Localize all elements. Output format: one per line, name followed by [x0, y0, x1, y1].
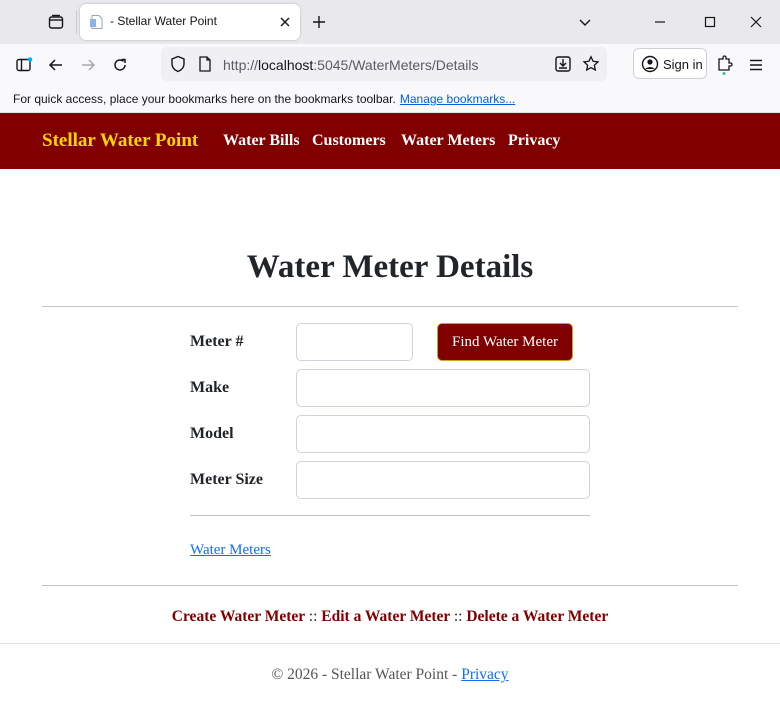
menu-icon[interactable] [743, 52, 769, 78]
page-info-icon[interactable] [198, 56, 212, 77]
sidebar-icon[interactable] [11, 52, 37, 78]
actions-separator: :: [453, 608, 463, 625]
shield-icon[interactable] [169, 55, 187, 78]
bookmarks-toolbar: For quick access, place your bookmarks h… [0, 86, 780, 113]
edit-water-meter-link[interactable]: Edit a Water Meter [321, 608, 450, 625]
tab-title: - Stellar Water Point [110, 14, 217, 28]
site-brand-link[interactable]: Stellar Water Point [42, 130, 198, 152]
account-icon [641, 55, 659, 78]
url-text[interactable]: http://localhost:5045/WaterMeters/Detail… [223, 57, 479, 73]
footer-privacy-link[interactable]: Privacy [461, 666, 508, 683]
actions-separator: :: [308, 608, 318, 625]
page-title: Water Meter Details [246, 249, 534, 285]
delete-water-meter-link[interactable]: Delete a Water Meter [466, 608, 608, 625]
meter-size-label: Meter Size [190, 471, 263, 488]
browser-tab-active[interactable]: - Stellar Water Point [80, 4, 300, 40]
meter-number-label: Meter # [190, 333, 244, 350]
title-divider [42, 306, 738, 307]
nav-link-customers[interactable]: Customers [312, 132, 386, 150]
manage-bookmarks-link[interactable]: Manage bookmarks... [400, 92, 515, 106]
make-input[interactable] [296, 369, 590, 407]
maximize-icon[interactable] [696, 8, 724, 36]
footer-text: © 2026 - Stellar Water Point - Privacy [271, 666, 509, 683]
sign-in-button[interactable]: Sign in [633, 48, 707, 79]
nav-link-water-meters[interactable]: Water Meters [401, 132, 495, 150]
close-tab-icon[interactable] [276, 13, 294, 31]
extensions-icon[interactable] [711, 52, 737, 78]
address-bar[interactable]: http://localhost:5045/WaterMeters/Detail… [161, 47, 607, 81]
actions-bar: Create Water Meter :: Edit a Water Meter… [0, 608, 780, 626]
page-icon [89, 14, 105, 30]
actions-divider [42, 585, 738, 586]
forward-arrow-icon[interactable] [75, 52, 101, 78]
tab-separator [76, 10, 77, 34]
browser-tab-strip: - Stellar Water Point [0, 0, 780, 44]
create-water-meter-link[interactable]: Create Water Meter [172, 608, 305, 625]
reload-icon[interactable] [107, 52, 133, 78]
minimize-icon[interactable] [646, 8, 674, 36]
find-water-meter-button[interactable]: Find Water Meter [437, 323, 573, 361]
sign-in-label: Sign in [663, 57, 703, 72]
nav-link-privacy[interactable]: Privacy [508, 132, 560, 150]
back-arrow-icon[interactable] [43, 52, 69, 78]
site-navbar: Stellar Water Point Water Bills Customer… [0, 113, 780, 169]
save-to-pocket-icon[interactable] [554, 55, 572, 78]
site-footer: © 2026 - Stellar Water Point - Privacy [0, 643, 780, 721]
chevron-down-icon[interactable] [574, 11, 596, 33]
water-meters-link[interactable]: Water Meters [190, 542, 271, 559]
firefox-view-icon[interactable] [40, 6, 72, 38]
bookmark-star-icon[interactable] [582, 55, 600, 78]
meter-number-input[interactable] [296, 323, 413, 361]
model-input[interactable] [296, 415, 590, 453]
page-content: Stellar Water Point Water Bills Customer… [0, 113, 780, 721]
meter-size-input[interactable] [296, 461, 590, 499]
model-label: Model [190, 425, 234, 442]
bookmarks-hint: For quick access, place your bookmarks h… [13, 92, 516, 106]
make-label: Make [190, 379, 230, 396]
new-tab-icon[interactable] [307, 10, 331, 34]
close-window-icon[interactable] [742, 8, 770, 36]
form-divider [190, 515, 590, 516]
nav-link-water-bills[interactable]: Water Bills [223, 132, 300, 150]
